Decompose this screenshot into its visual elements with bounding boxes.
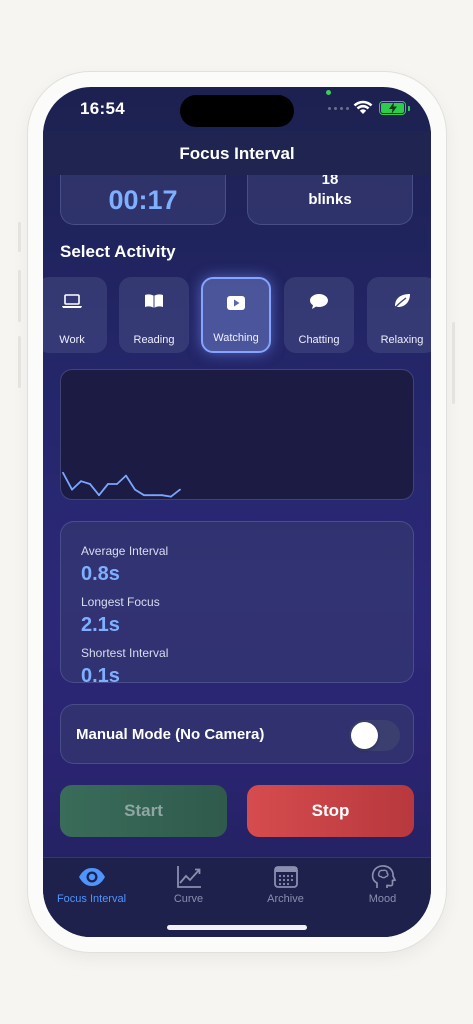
chart-point-10 xyxy=(152,494,154,497)
laptop-icon xyxy=(62,294,82,308)
book-icon xyxy=(145,294,163,308)
chart-point-2 xyxy=(80,480,82,483)
chart-point-0 xyxy=(62,471,64,474)
activity-label-reading: Reading xyxy=(133,334,175,346)
status-bar: 16:54 xyxy=(43,87,431,131)
phone-volume-up-button xyxy=(18,270,21,322)
longest-focus-label: Longest Focus xyxy=(81,595,160,609)
select-activity-title: Select Activity xyxy=(60,242,176,261)
page-title: Focus Interval xyxy=(179,144,295,163)
activity-tile-work[interactable]: Work xyxy=(43,277,107,353)
activity-tile-chatting[interactable]: Chatting xyxy=(284,277,354,353)
chart-point-7 xyxy=(125,474,127,477)
battery-icon xyxy=(379,101,406,115)
calendar-icon xyxy=(273,866,298,888)
chart-point-5 xyxy=(107,483,109,485)
navigation-bar: Focus Interval xyxy=(43,131,431,175)
shortest-interval-value: 0.1s xyxy=(81,665,120,683)
start-button[interactable]: Start xyxy=(60,785,227,837)
tab-focus-interval[interactable]: Focus Interval xyxy=(43,864,140,912)
shortest-interval-label: Shortest Interval xyxy=(81,646,169,660)
chart-point-1 xyxy=(71,488,73,491)
manual-mode-row: Manual Mode (No Camera) xyxy=(60,704,414,764)
home-indicator[interactable] xyxy=(167,925,307,930)
tab-label-archive: Archive xyxy=(267,893,304,905)
tab-label-focus-interval: Focus Interval xyxy=(56,893,127,905)
phone-side-button xyxy=(18,222,21,252)
activity-label-relaxing: Relaxing xyxy=(380,334,424,346)
tab-mood[interactable]: Mood xyxy=(334,864,431,912)
chart-point-12 xyxy=(170,495,172,498)
chart-point-11 xyxy=(161,494,163,497)
wifi-icon xyxy=(353,100,373,114)
play-icon xyxy=(227,296,245,310)
camera-indicator-dot xyxy=(326,90,331,95)
leaf-icon xyxy=(393,294,410,310)
tab-curve[interactable]: Curve xyxy=(140,864,237,912)
timer-value: 00:17 xyxy=(108,185,178,215)
interval-stats-panel: Average Interval 0.8s Longest Focus 2.1s… xyxy=(60,521,414,683)
activity-label-work: Work xyxy=(59,334,85,346)
manual-mode-label: Manual Mode (No Camera) xyxy=(76,726,265,743)
activity-label-chatting: Chatting xyxy=(298,334,340,346)
tab-label-mood: Mood xyxy=(368,893,397,905)
tab-archive[interactable]: Archive xyxy=(237,864,334,912)
blink-interval-chart-svg xyxy=(62,471,181,498)
chart-point-8 xyxy=(134,488,136,491)
chart-point-13 xyxy=(179,488,181,491)
phone-volume-down-button xyxy=(18,336,21,388)
cellular-signal-icon xyxy=(328,107,349,110)
chart-series-line xyxy=(62,472,181,498)
chart-point-3 xyxy=(89,483,91,485)
activity-tile-watching[interactable]: Watching xyxy=(201,277,271,353)
chart-point-4 xyxy=(98,494,100,497)
chat-bubble-icon xyxy=(310,294,328,309)
stop-button[interactable]: Stop xyxy=(247,785,414,837)
status-time: 16:54 xyxy=(80,99,125,118)
activity-tile-relaxing[interactable]: Relaxing xyxy=(367,277,431,353)
phone-power-button xyxy=(452,322,455,404)
battery-tip xyxy=(408,106,410,111)
longest-focus-value: 2.1s xyxy=(81,614,120,636)
average-interval-value: 0.8s xyxy=(81,563,120,585)
average-interval-label: Average Interval xyxy=(81,544,169,558)
chart-line-icon xyxy=(176,866,201,888)
eye-icon xyxy=(78,868,105,886)
activity-label-watching: Watching xyxy=(213,332,259,344)
toggle-knob xyxy=(351,722,378,749)
app-screen: 16:54 Focus Interval 00:17 18 blinks Sel… xyxy=(43,87,431,937)
chart-point-6 xyxy=(116,483,118,485)
chart-point-9 xyxy=(143,494,145,497)
manual-mode-toggle[interactable] xyxy=(349,720,400,751)
dynamic-island xyxy=(180,95,294,127)
activity-tile-reading[interactable]: Reading xyxy=(119,277,189,353)
blink-interval-chart xyxy=(60,369,414,500)
tab-label-curve: Curve xyxy=(173,893,204,905)
head-brain-icon xyxy=(371,865,396,888)
blink-count-unit: blinks xyxy=(308,191,352,208)
